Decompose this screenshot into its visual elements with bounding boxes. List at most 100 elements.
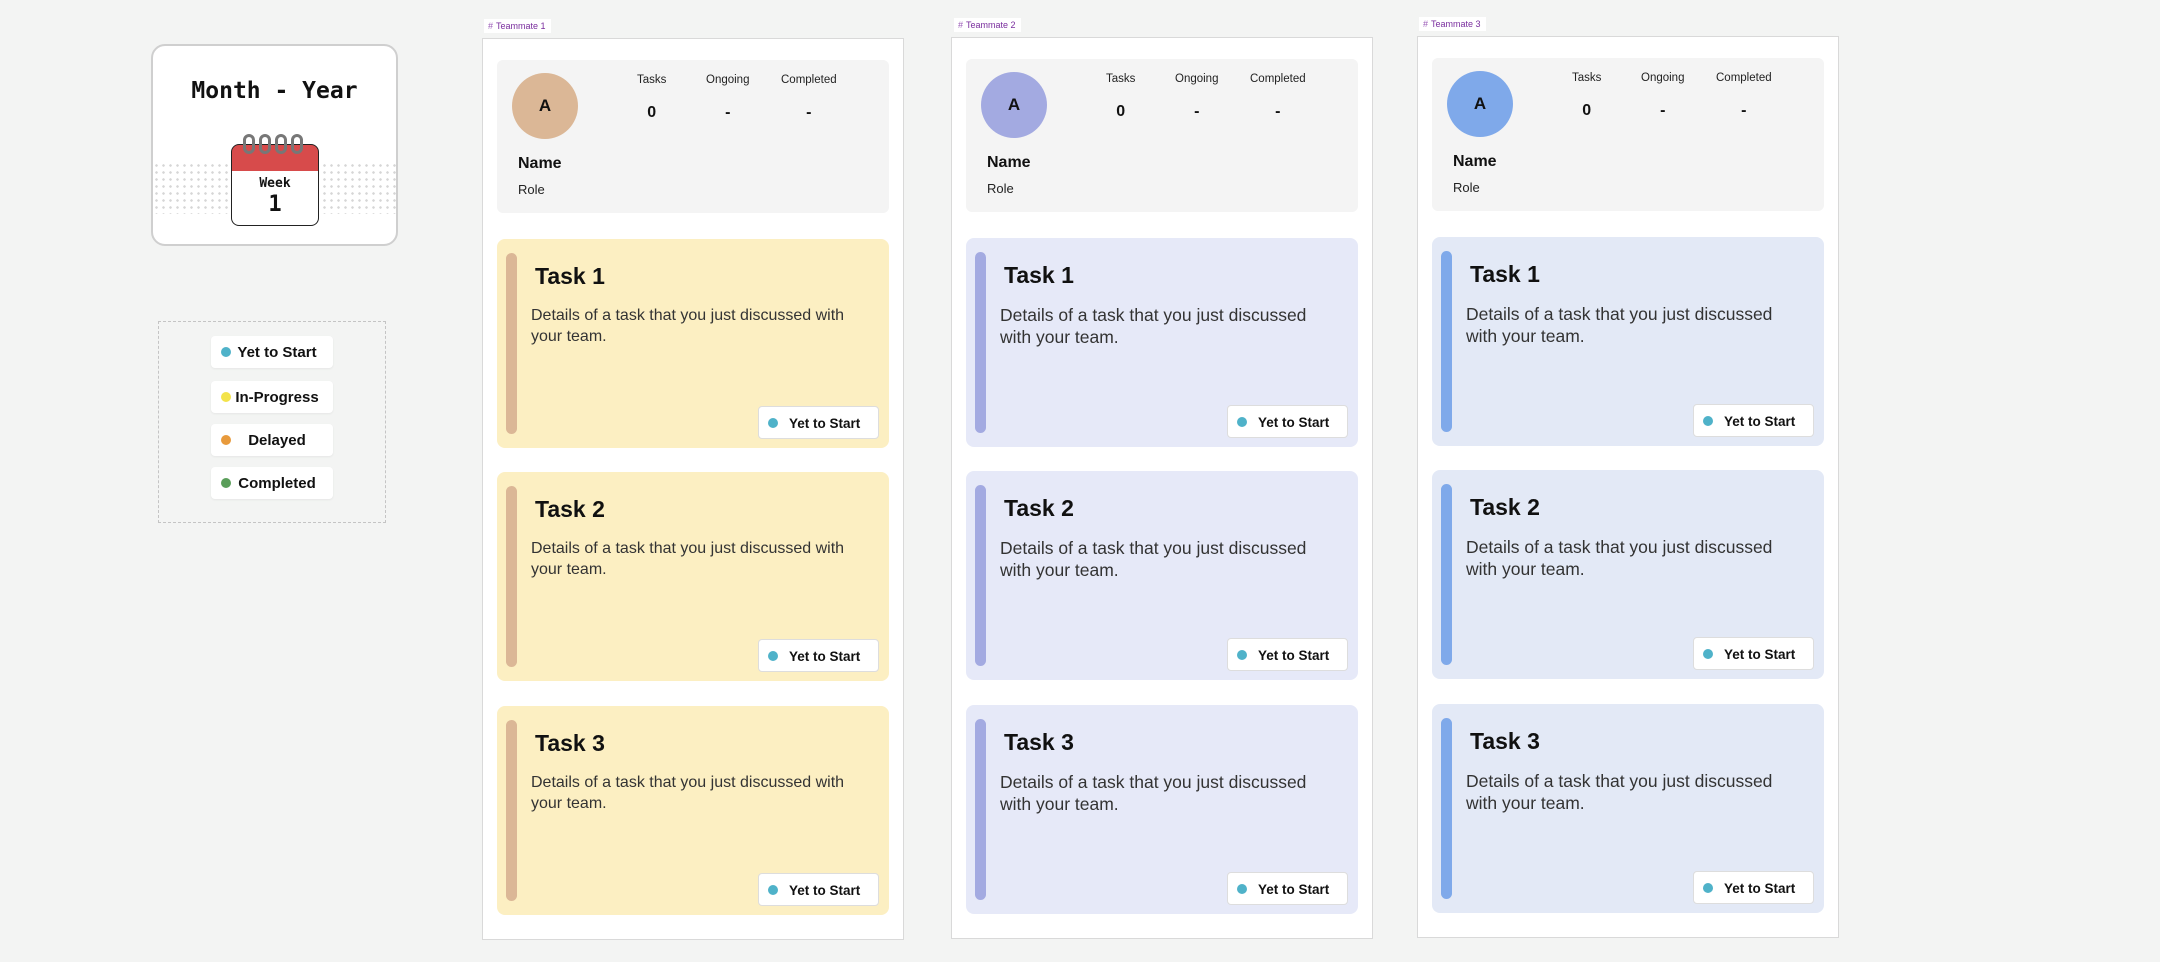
stat-ongoing: Ongoing - bbox=[1641, 72, 1684, 120]
frame-icon: # bbox=[1423, 19, 1429, 29]
teammate-role: Role bbox=[518, 182, 545, 197]
status-dot-icon bbox=[768, 651, 778, 661]
status-badge[interactable]: Yet to Start bbox=[1227, 872, 1348, 905]
task-card[interactable]: Task 3 Details of a task that you just d… bbox=[497, 706, 889, 915]
status-badge[interactable]: Yet to Start bbox=[758, 639, 879, 672]
frame-label-text: Teammate 1 bbox=[496, 21, 546, 31]
stat-completed: Completed - bbox=[1250, 73, 1306, 121]
legend-label: Yet to Start bbox=[237, 343, 317, 361]
status-label: Yet to Start bbox=[1724, 647, 1796, 662]
task-accent-bar bbox=[1441, 251, 1452, 432]
stat-ongoing: Ongoing - bbox=[706, 74, 749, 122]
task-title: Task 2 bbox=[1004, 495, 1074, 521]
status-dot-icon bbox=[1237, 650, 1247, 660]
status-dot-icon bbox=[221, 478, 231, 488]
task-card[interactable]: Task 3 Details of a task that you just d… bbox=[966, 705, 1358, 914]
status-badge[interactable]: Yet to Start bbox=[758, 873, 879, 906]
status-dot-icon bbox=[768, 885, 778, 895]
calendar-ring-icon bbox=[243, 134, 255, 154]
stat-ongoing: Ongoing - bbox=[1175, 73, 1218, 121]
week-label: Week bbox=[259, 176, 291, 191]
calendar-ring-icon bbox=[259, 134, 271, 154]
calendar-icon: Week 1 bbox=[231, 134, 319, 226]
task-description: Details of a task that you just discusse… bbox=[1000, 772, 1307, 814]
frame-label[interactable]: # Teammate 1 bbox=[484, 19, 551, 33]
task-card[interactable]: Task 2 Details of a task that you just d… bbox=[497, 472, 889, 681]
frame-label[interactable]: # Teammate 2 bbox=[954, 18, 1021, 32]
stat-label: Ongoing bbox=[1641, 72, 1685, 84]
avatar: A bbox=[1447, 71, 1513, 137]
task-card[interactable]: Task 1 Details of a task that you just d… bbox=[1432, 237, 1824, 446]
stat-value: - bbox=[1660, 102, 1666, 119]
task-card[interactable]: Task 3 Details of a task that you just d… bbox=[1432, 704, 1824, 913]
status-dot-icon bbox=[768, 418, 778, 428]
status-dot-icon bbox=[1237, 417, 1247, 427]
task-card[interactable]: Task 2 Details of a task that you just d… bbox=[966, 471, 1358, 680]
task-accent-bar bbox=[1441, 484, 1452, 665]
stat-tasks: Tasks 0 bbox=[1572, 72, 1601, 120]
stat-value: 0 bbox=[647, 104, 657, 121]
stat-value: - bbox=[1194, 103, 1200, 120]
frame-label[interactable]: # Teammate 3 bbox=[1419, 17, 1486, 31]
stat-value: - bbox=[725, 104, 731, 121]
task-title: Task 3 bbox=[1470, 728, 1540, 754]
task-card[interactable]: Task 1 Details of a task that you just d… bbox=[966, 238, 1358, 447]
status-badge[interactable]: Yet to Start bbox=[1693, 404, 1814, 437]
teammate-column: A Tasks 0 Ongoing - Completed - Name Rol… bbox=[1417, 36, 1839, 938]
profile-card: A Tasks 0 Ongoing - Completed - Name Rol… bbox=[497, 60, 889, 213]
status-dot-icon bbox=[221, 435, 231, 445]
task-accent-bar bbox=[975, 252, 986, 433]
legend-item-completed: Completed bbox=[211, 467, 333, 499]
stat-tasks: Tasks 0 bbox=[637, 74, 666, 122]
teammate-name: Name bbox=[1453, 153, 1497, 170]
task-title: Task 1 bbox=[535, 263, 605, 289]
task-description: Details of a task that you just discusse… bbox=[1000, 538, 1307, 580]
task-description: Details of a task that you just discusse… bbox=[531, 540, 845, 578]
frame-icon: # bbox=[958, 20, 964, 30]
frame-icon: # bbox=[488, 21, 494, 31]
status-label: Yet to Start bbox=[1258, 648, 1330, 663]
stat-label: Tasks bbox=[637, 74, 667, 86]
status-label: Yet to Start bbox=[1258, 415, 1330, 430]
task-description: Details of a task that you just discusse… bbox=[531, 774, 845, 812]
status-label: Yet to Start bbox=[789, 416, 861, 431]
status-label: Yet to Start bbox=[1724, 881, 1796, 896]
stat-tasks: Tasks 0 bbox=[1106, 73, 1135, 121]
stat-value: - bbox=[1741, 102, 1747, 119]
status-badge[interactable]: Yet to Start bbox=[1227, 638, 1348, 671]
teammate-column: A Tasks 0 Ongoing - Completed - Name Rol… bbox=[482, 38, 904, 940]
stat-completed: Completed - bbox=[781, 74, 837, 122]
task-title: Task 3 bbox=[535, 730, 605, 756]
calendar-title: Month - Year bbox=[191, 78, 358, 104]
status-badge[interactable]: Yet to Start bbox=[758, 406, 879, 439]
status-label: Yet to Start bbox=[789, 649, 861, 664]
legend-label: Delayed bbox=[248, 431, 306, 449]
calendar-ring-icon bbox=[275, 134, 287, 154]
status-dot-icon bbox=[1703, 416, 1713, 426]
frame-label-text: Teammate 2 bbox=[966, 20, 1016, 30]
task-card[interactable]: Task 2 Details of a task that you just d… bbox=[1432, 470, 1824, 679]
status-badge[interactable]: Yet to Start bbox=[1693, 637, 1814, 670]
avatar: A bbox=[512, 73, 578, 139]
status-dot-icon bbox=[1703, 649, 1713, 659]
status-label: Yet to Start bbox=[789, 883, 861, 898]
teammate-column: A Tasks 0 Ongoing - Completed - Name Rol… bbox=[951, 37, 1373, 939]
frame-label-text: Teammate 3 bbox=[1431, 19, 1481, 29]
task-title: Task 1 bbox=[1004, 262, 1074, 288]
teammate-role: Role bbox=[987, 181, 1014, 196]
status-badge[interactable]: Yet to Start bbox=[1693, 871, 1814, 904]
stat-completed: Completed - bbox=[1716, 72, 1772, 120]
task-accent-bar bbox=[506, 486, 517, 667]
status-badge[interactable]: Yet to Start bbox=[1227, 405, 1348, 438]
stat-value: - bbox=[806, 104, 812, 121]
profile-card: A Tasks 0 Ongoing - Completed - Name Rol… bbox=[966, 59, 1358, 212]
task-description: Details of a task that you just discusse… bbox=[1000, 305, 1307, 347]
calendar-card: Month - Year Week 1 bbox=[151, 44, 398, 246]
stat-label: Ongoing bbox=[1175, 73, 1219, 85]
status-dot-icon bbox=[1703, 883, 1713, 893]
status-label: Yet to Start bbox=[1724, 414, 1796, 429]
stat-label: Completed bbox=[781, 74, 837, 86]
task-title: Task 3 bbox=[1004, 729, 1074, 755]
stat-value: - bbox=[1275, 103, 1281, 120]
task-card[interactable]: Task 1 Details of a task that you just d… bbox=[497, 239, 889, 448]
